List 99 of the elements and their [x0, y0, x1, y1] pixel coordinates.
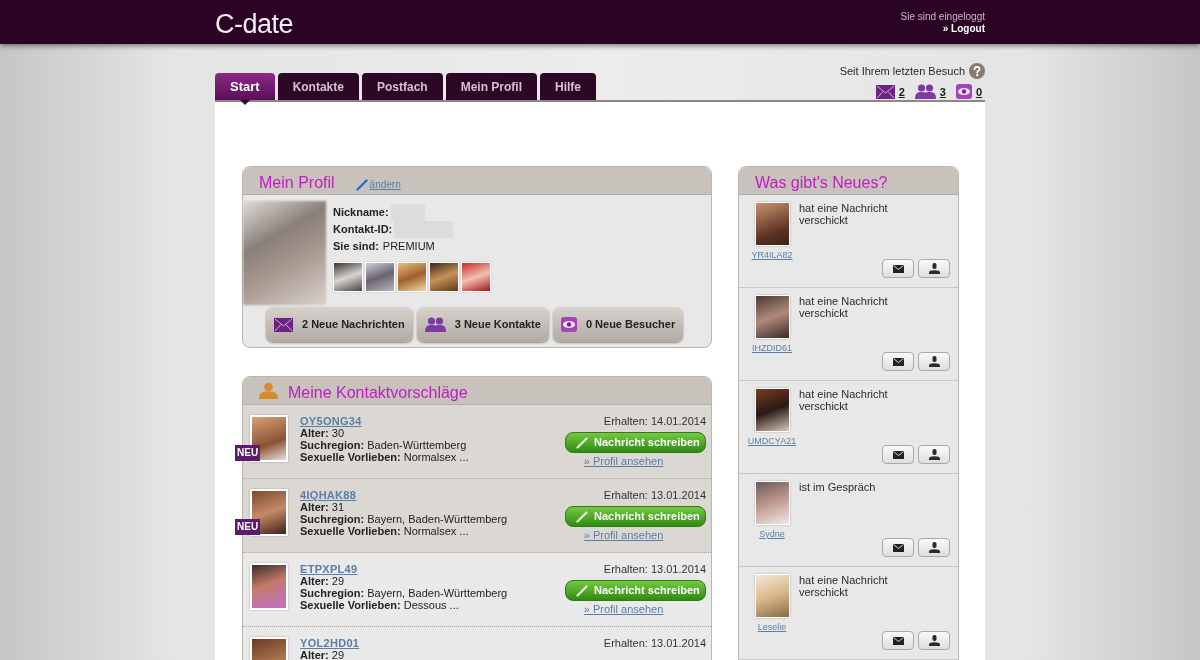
message-button[interactable]	[882, 259, 914, 278]
field-value: PREMIUM	[382, 239, 435, 255]
pencil-icon	[355, 178, 368, 191]
last-visit-label: Seit Ihrem letzten Besuch	[839, 64, 965, 78]
profile-button[interactable]	[918, 445, 950, 464]
field-label: Nickname:	[333, 205, 389, 221]
photo-thumbnail[interactable]	[397, 262, 427, 292]
profile-button[interactable]	[918, 259, 950, 278]
profile-name-link[interactable]: ETPXPL49	[300, 563, 508, 575]
profile-name-link[interactable]: OY5ONG34	[300, 415, 469, 427]
user-name-link[interactable]: UMDCYA21	[747, 436, 797, 447]
view-profile-link[interactable]: » Profil ansehen	[583, 455, 664, 468]
envelope-icon	[892, 636, 904, 645]
message-button[interactable]	[882, 538, 914, 557]
write-message-button[interactable]: Nachricht schreiben	[565, 580, 706, 601]
profile-detail: Alter: 31	[300, 501, 346, 513]
write-message-button[interactable]: Nachricht schreiben	[565, 432, 706, 453]
field-label: Kontakt-ID:	[333, 222, 393, 238]
login-status: Sie sind eingeloggt	[900, 11, 985, 23]
user-name-link[interactable]: YR4ILA82	[751, 250, 793, 261]
eye-icon	[560, 317, 577, 332]
view-profile-link[interactable]: » Profil ansehen	[583, 603, 664, 616]
profile-detail: Suchregion: Bayern, Baden-Württemberg	[300, 587, 508, 599]
profile-detail: Sexuelle Vorlieben: Normalsex ...	[300, 451, 469, 463]
envelope-icon	[875, 84, 895, 99]
envelope-icon	[274, 317, 293, 332]
people-icon	[914, 84, 936, 99]
user-name-link[interactable]: IHZDID61	[752, 343, 792, 354]
profile-detail: Sexuelle Vorlieben: Dessous ...	[300, 599, 460, 611]
envelope-icon	[892, 450, 904, 459]
person-icon	[928, 635, 940, 646]
person-icon	[259, 382, 278, 399]
nav-tab[interactable]: Postfach	[361, 73, 443, 100]
profile-detail: Alter: 29	[300, 575, 346, 587]
pencil-icon	[576, 436, 588, 449]
photo-placeholder[interactable]	[754, 202, 790, 246]
notification-button[interactable]: 3 Neue Kontakte	[416, 307, 549, 342]
profile-detail: Sexuelle Vorlieben: Normalsex ...	[300, 525, 470, 537]
activity-text: hat eine Nachricht verschickt	[799, 295, 889, 319]
profile-detail: Alter: 29	[300, 649, 346, 660]
person-icon	[928, 542, 940, 553]
user-name-link[interactable]: Sydne	[759, 529, 785, 540]
nav-tab[interactable]: Mein Profil	[445, 73, 537, 100]
envelope-icon	[892, 264, 904, 273]
profile-detail: Suchregion: Bayern, Baden-Württemberg	[300, 513, 508, 525]
notification-button[interactable]: 2 Neue Nachrichten	[266, 307, 413, 342]
new-badge: NEU	[235, 445, 261, 461]
activity-text: hat eine Nachricht verschickt	[799, 202, 889, 226]
logo[interactable]: C-date	[215, 10, 294, 38]
photo-placeholder[interactable]	[754, 388, 790, 432]
user-name-link[interactable]: Leselie	[757, 622, 787, 633]
person-icon	[928, 449, 940, 460]
card-title: Mein Profil	[259, 172, 335, 193]
photo-thumbnail[interactable]	[365, 262, 395, 292]
notification-button[interactable]: 0 Neue Besucher	[552, 307, 684, 342]
message-button[interactable]	[882, 445, 914, 464]
card-title: Was gibt's Neues?	[755, 172, 888, 193]
help-icon[interactable]	[969, 63, 985, 79]
write-message-button[interactable]: Nachricht schreiben	[565, 506, 706, 527]
photo-placeholder[interactable]	[754, 295, 790, 339]
activity-text: hat eine Nachricht verschickt	[799, 388, 889, 412]
profile-name-link[interactable]: YOL2HD01	[300, 637, 360, 649]
envelope-icon	[892, 543, 904, 552]
people-icon	[424, 317, 446, 332]
new-badge: NEU	[235, 519, 261, 535]
activity-text: ist im Gespräch	[799, 481, 877, 493]
counter-link[interactable]: 3	[914, 84, 946, 99]
received-date: Erhalten: 14.01.2014	[603, 415, 706, 427]
profile-detail: Suchregion: Baden-Württemberg	[300, 439, 468, 451]
envelope-icon	[892, 357, 904, 366]
profile-name-link[interactable]: 4IQHAK88	[300, 489, 508, 501]
profile-button[interactable]	[918, 538, 950, 557]
pencil-icon	[576, 510, 588, 523]
person-icon	[928, 356, 940, 367]
person-icon	[928, 263, 940, 274]
logout-link[interactable]: » Logout	[942, 23, 985, 35]
edit-link[interactable]: ändern	[355, 178, 401, 191]
profile-button[interactable]	[918, 352, 950, 371]
received-date: Erhalten: 13.01.2014	[603, 563, 706, 575]
field-label: Sie sind:	[333, 239, 379, 255]
photo-thumbnail[interactable]	[461, 262, 491, 292]
received-date: Erhalten: 13.01.2014	[603, 489, 706, 501]
profile-detail: Alter: 30	[300, 427, 346, 439]
view-profile-link[interactable]: » Profil ansehen	[583, 529, 664, 542]
nav-tab[interactable]: Hilfe	[540, 73, 596, 100]
card-title: Meine Kontaktvorschläge	[288, 382, 468, 403]
eye-icon	[955, 84, 972, 99]
counter-link[interactable]: 0	[955, 84, 982, 99]
photo-thumbnail[interactable]	[429, 262, 459, 292]
nav-tab[interactable]: Kontakte	[277, 73, 359, 100]
pencil-icon	[576, 584, 588, 597]
message-button[interactable]	[882, 631, 914, 650]
profile-button[interactable]	[918, 631, 950, 650]
photo-placeholder[interactable]	[250, 563, 288, 610]
counter-link[interactable]: 2	[875, 84, 905, 99]
received-date: Erhalten: 13.01.2014	[603, 637, 706, 649]
photo-thumbnail[interactable]	[333, 262, 363, 292]
activity-text: hat eine Nachricht verschickt	[799, 574, 889, 598]
message-button[interactable]	[882, 352, 914, 371]
